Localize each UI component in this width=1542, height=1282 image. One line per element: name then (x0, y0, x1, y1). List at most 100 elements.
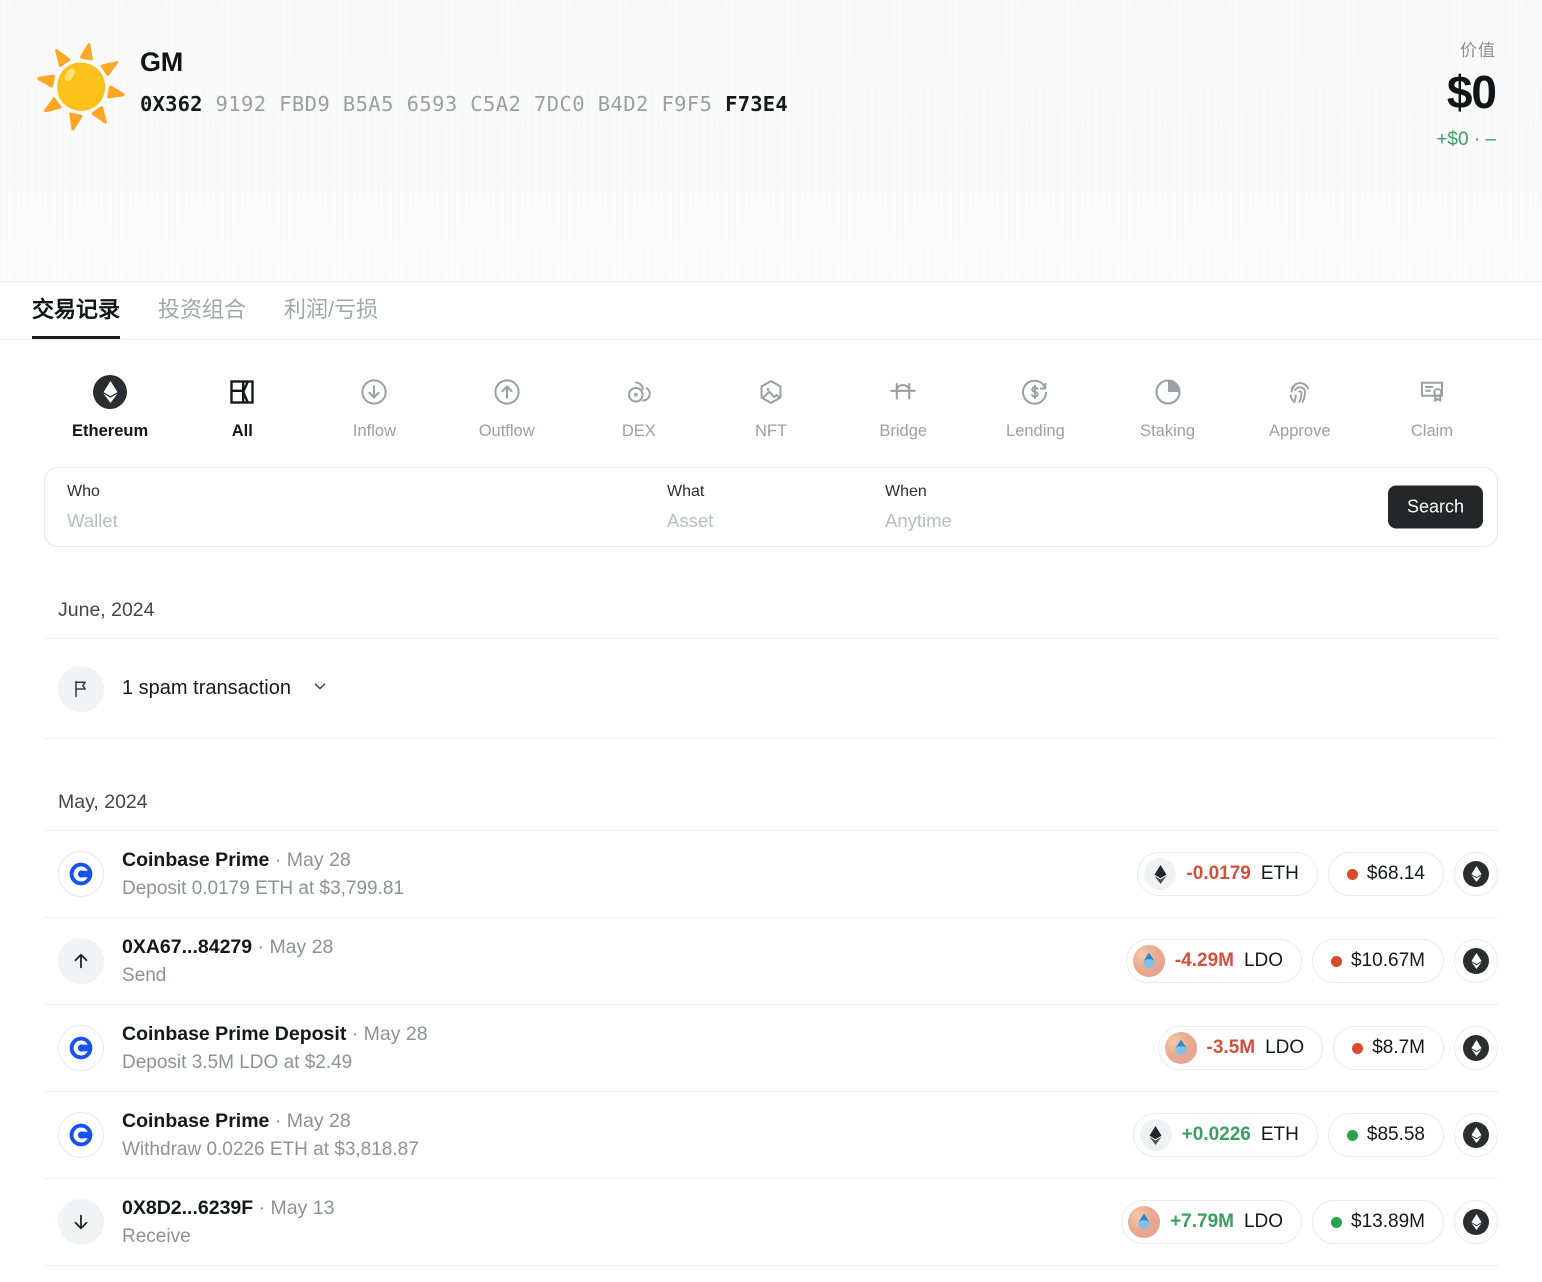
tx-title: 0X8D2...6239F · May 13 (122, 1197, 334, 1219)
asset-input-placeholder: Asset (667, 510, 863, 532)
tx-amount: -0.0179 (1186, 863, 1250, 885)
tx-date: · May 13 (259, 1197, 335, 1219)
filter-label: All (232, 422, 253, 441)
search-what-field[interactable]: What Asset (645, 468, 863, 546)
grid-icon (228, 374, 256, 410)
search-section: Who Wallet What Asset When Anytime Searc… (0, 441, 1542, 547)
filter-label: Claim (1411, 422, 1453, 441)
tx-title: Coinbase Prime · May 28 (122, 849, 351, 871)
ldo-token-icon (1128, 1206, 1160, 1238)
table-row[interactable]: 0XA67...84279 · May 28 Send -4.29M LDO $… (44, 918, 1498, 1005)
usd-badge: $85.58 (1328, 1113, 1444, 1157)
pie-chart-icon (1153, 374, 1183, 410)
tx-subtitle: Send (122, 965, 333, 987)
filter-dex[interactable]: DEX (573, 374, 705, 441)
coinbase-icon (58, 1025, 104, 1071)
filter-inflow[interactable]: Inflow (308, 374, 440, 441)
tx-title: Coinbase Prime · May 28 (122, 1110, 351, 1132)
tx-usd-value: $10.67M (1351, 950, 1425, 972)
ldo-token-icon (1133, 945, 1165, 977)
filter-label: NFT (755, 422, 787, 441)
tx-date: · May 28 (352, 1023, 428, 1045)
chevron-down-icon[interactable] (311, 677, 329, 700)
tx-usd-value: $13.89M (1351, 1211, 1425, 1233)
tx-ticker: LDO (1244, 950, 1283, 972)
address-prefix: 0X362 (140, 92, 203, 116)
tab-transactions[interactable]: 交易记录 (32, 299, 120, 339)
filter-staking[interactable]: Staking (1102, 374, 1234, 441)
wallet-address[interactable]: 0X362 9192 FBD9 B5A5 6593 C5A2 7DC0 B4D2… (140, 92, 788, 116)
month-header-may: May, 2024 (44, 739, 1498, 831)
tab-pnl[interactable]: 利润/亏损 (284, 299, 378, 339)
filter-label: Inflow (353, 422, 396, 441)
who-label: Who (67, 483, 645, 501)
filter-label: Outflow (479, 422, 535, 441)
chain-badge-ethereum[interactable] (1454, 852, 1498, 896)
tab-portfolio[interactable]: 投资组合 (158, 299, 246, 339)
tx-amount: +7.79M (1170, 1211, 1234, 1233)
direction-dot (1347, 1130, 1358, 1141)
ethereum-icon (93, 374, 127, 410)
filter-outflow[interactable]: Outflow (441, 374, 573, 441)
filter-label: Ethereum (72, 422, 148, 441)
amount-badge: +7.79M LDO (1121, 1200, 1302, 1244)
filter-bridge[interactable]: Bridge (837, 374, 969, 441)
usd-badge: $10.67M (1312, 939, 1444, 983)
direction-dot (1347, 869, 1358, 880)
table-row[interactable]: Coinbase Prime Deposit · May 28 Deposit … (44, 1005, 1498, 1092)
sun-emoji-icon: ☀️ (32, 48, 129, 126)
tx-usd-value: $8.7M (1372, 1037, 1425, 1059)
tx-title: Coinbase Prime Deposit · May 28 (122, 1023, 428, 1045)
eth-token-icon (1144, 858, 1176, 890)
filter-label: Bridge (879, 422, 927, 441)
tx-amount: -3.5M (1207, 1037, 1256, 1059)
month-header-june: June, 2024 (44, 547, 1498, 639)
filter-all[interactable]: All (176, 374, 308, 441)
nft-hexagon-icon (756, 374, 786, 410)
filter-nft[interactable]: NFT (705, 374, 837, 441)
tx-subtitle: Deposit 0.0179 ETH at $3,799.81 (122, 878, 404, 900)
chain-badge-ethereum[interactable] (1454, 1200, 1498, 1244)
wallet-input-placeholder: Wallet (67, 510, 645, 532)
filter-claim[interactable]: Claim (1366, 374, 1498, 441)
tx-date: · May 28 (275, 1110, 351, 1132)
transaction-list: June, 2024 1 spam transaction May, 2024 … (0, 547, 1542, 1266)
profile-header: ☀️ GM 0X362 9192 FBD9 B5A5 6593 C5A2 7DC… (0, 0, 1542, 282)
tx-date: · May 28 (275, 849, 351, 871)
table-row[interactable]: 0X8D2...6239F · May 13 Receive +7.79M LD… (44, 1179, 1498, 1266)
amount-badge: +0.0226 ETH (1133, 1113, 1318, 1157)
filter-approve[interactable]: Approve (1234, 374, 1366, 441)
what-label: What (667, 483, 863, 501)
chain-badge-ethereum[interactable] (1454, 939, 1498, 983)
arrow-up-circle-icon (492, 374, 522, 410)
flag-icon (58, 666, 104, 712)
filter-ethereum[interactable]: Ethereum (44, 374, 176, 441)
fingerprint-icon (1285, 374, 1315, 410)
search-button[interactable]: Search (1388, 486, 1483, 529)
tx-usd-value: $85.58 (1367, 1124, 1425, 1146)
portfolio-value: 价值 $0 +$0 · – (1436, 36, 1496, 151)
search-who-field[interactable]: Who Wallet (45, 468, 645, 546)
tx-amount: +0.0226 (1182, 1124, 1251, 1146)
filter-bar: Ethereum All Inflow Outflow DEX NFT (0, 340, 1542, 441)
chain-badge-ethereum[interactable] (1454, 1113, 1498, 1157)
coinbase-icon (58, 1112, 104, 1158)
tx-ticker: ETH (1261, 1124, 1299, 1146)
address-middle: 9192 FBD9 B5A5 6593 C5A2 7DC0 B4D2 F9F5 (215, 92, 712, 116)
tx-title: 0XA67...84279 · May 28 (122, 936, 333, 958)
table-row[interactable]: Coinbase Prime · May 28 Withdraw 0.0226 … (44, 1092, 1498, 1179)
bridge-icon (888, 374, 918, 410)
main-tabs: 交易记录 投资组合 利润/亏损 (0, 282, 1542, 340)
value-label: 价值 (1436, 36, 1496, 61)
filter-lending[interactable]: Lending (969, 374, 1101, 441)
direction-dot (1352, 1043, 1363, 1054)
address-suffix: F73E4 (725, 92, 788, 116)
chain-badge-ethereum[interactable] (1454, 1026, 1498, 1070)
table-row[interactable]: Coinbase Prime · May 28 Deposit 0.0179 E… (44, 831, 1498, 918)
usd-badge: $8.7M (1333, 1026, 1444, 1070)
usd-badge: $68.14 (1328, 852, 1444, 896)
spam-transactions-row[interactable]: 1 spam transaction (44, 639, 1498, 739)
coinbase-icon (58, 851, 104, 897)
filter-label: Staking (1140, 422, 1195, 441)
tx-subtitle: Receive (122, 1226, 334, 1248)
